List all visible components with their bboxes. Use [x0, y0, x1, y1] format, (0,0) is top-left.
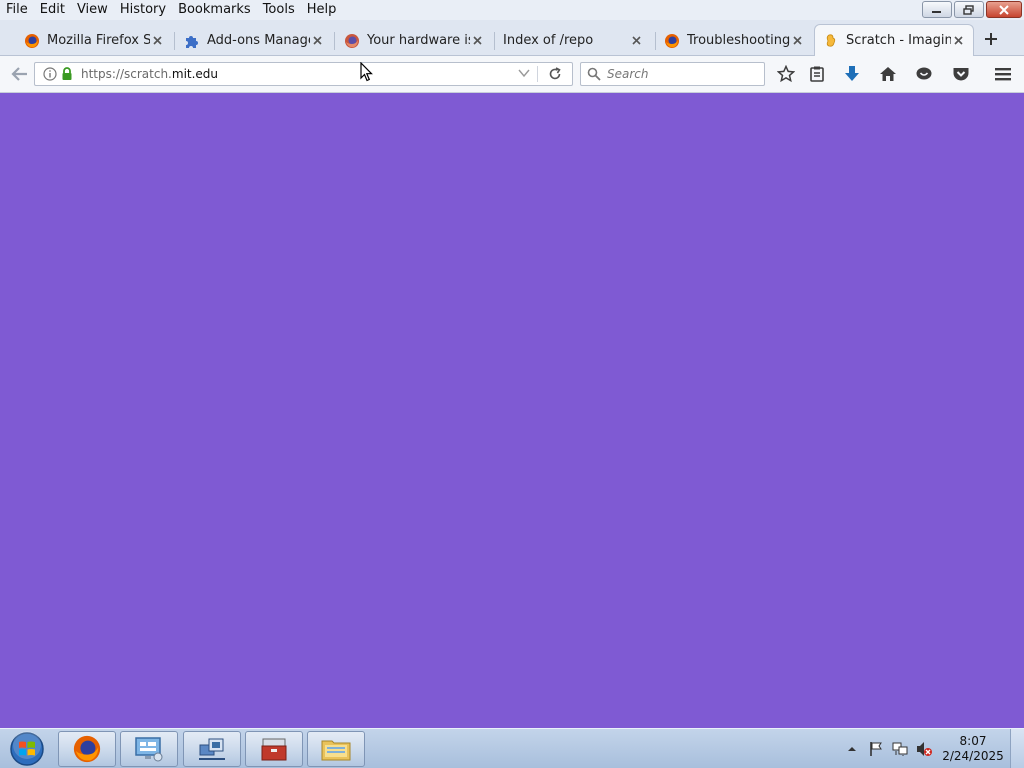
clipboard-icon [810, 66, 824, 82]
tab-close-icon[interactable] [790, 34, 804, 48]
back-button[interactable] [6, 62, 34, 86]
tab-index-of-repo[interactable]: Index of /repo [495, 26, 651, 55]
tab-your-hardware[interactable]: Your hardware is ... [336, 26, 492, 55]
show-desktop-button[interactable] [1010, 729, 1024, 768]
menu-help[interactable]: Help [301, 1, 343, 19]
tab-close-icon[interactable] [310, 34, 324, 48]
firefox-icon [25, 33, 39, 48]
firefox-icon [665, 33, 679, 48]
chat-bubble-icon [916, 67, 932, 80]
info-icon[interactable] [43, 67, 57, 81]
url-scheme: https://scratch. [81, 67, 172, 81]
tab-troubleshooting[interactable]: Troubleshooting ... [656, 26, 812, 55]
chevron-up-icon [848, 747, 856, 751]
windows-orb-icon [10, 731, 44, 766]
navigation-toolbar: https://scratch.mit.edu Search [0, 56, 1024, 93]
clock-time: 8:07 [959, 734, 987, 748]
bookmarks-menu-button[interactable] [805, 63, 829, 85]
taskbar-toolbox-button[interactable] [245, 731, 303, 767]
firefox-icon [345, 33, 359, 48]
tab-mozilla-firefox-start[interactable]: Mozilla Firefox St... [16, 26, 172, 55]
menu-history[interactable]: History [114, 1, 172, 19]
network-monitor-icon [892, 742, 908, 756]
flag-icon [870, 742, 882, 756]
tab-label: Scratch - Imagin... [846, 33, 951, 48]
remote-desktop-icon [135, 737, 163, 762]
url-text[interactable]: https://scratch.mit.edu [81, 67, 218, 81]
bookmark-star-button[interactable] [774, 63, 798, 85]
tab-close-icon[interactable] [951, 34, 965, 48]
taskbar-network-button[interactable] [183, 731, 241, 767]
menu-tools[interactable]: Tools [257, 1, 301, 19]
tab-label: Add-ons Manager [207, 33, 310, 48]
search-bar[interactable]: Search [580, 62, 765, 86]
star-icon [777, 65, 795, 83]
open-menu-button[interactable] [991, 63, 1015, 85]
chevron-down-icon[interactable] [518, 68, 530, 78]
url-host: mit.edu [171, 67, 219, 81]
folder-icon [321, 740, 351, 761]
clock[interactable]: 8:07 2/24/2025 [940, 734, 1006, 764]
pocket-button[interactable] [949, 63, 973, 85]
restore-button[interactable] [954, 1, 984, 18]
back-arrow-icon [11, 67, 27, 81]
tab-label: Your hardware is ... [367, 33, 470, 48]
search-icon [587, 67, 601, 81]
tab-strip: Mozilla Firefox St... Add-ons Manager Yo… [0, 20, 1024, 56]
clock-date: 2/24/2025 [942, 749, 1004, 763]
tab-close-icon[interactable] [150, 34, 164, 48]
tab-close-icon[interactable] [470, 34, 484, 48]
taskbar-remote-desktop-button[interactable] [120, 731, 178, 767]
volume-button[interactable] [914, 739, 934, 759]
toolbox-icon [261, 738, 287, 761]
minimize-button[interactable] [922, 1, 952, 18]
speaker-muted-icon [917, 742, 932, 756]
download-arrow-icon [845, 66, 859, 81]
taskbar-file-explorer-button[interactable] [307, 731, 365, 767]
network-computer-icon [199, 738, 225, 760]
home-button[interactable] [876, 63, 900, 85]
restore-icon [963, 4, 974, 15]
tab-close-icon[interactable] [629, 34, 643, 48]
puzzle-piece-icon [186, 35, 198, 48]
system-tray: 8:07 2/24/2025 [840, 729, 1024, 768]
tab-label: Index of /repo [503, 33, 594, 48]
search-placeholder: Search [607, 67, 649, 81]
downloads-button[interactable] [840, 63, 864, 85]
menu-bar: File Edit View History Bookmarks Tools H… [0, 0, 1024, 20]
show-hidden-icons-button[interactable] [842, 739, 862, 759]
tab-scratch[interactable]: Scratch - Imagin... [814, 24, 974, 56]
mouse-cursor-icon [360, 62, 373, 82]
reload-icon[interactable] [548, 67, 562, 81]
home-icon [880, 67, 896, 81]
tab-label: Mozilla Firefox St... [47, 33, 150, 48]
lock-icon[interactable] [61, 67, 73, 81]
minimize-icon [932, 10, 941, 13]
menu-bookmarks[interactable]: Bookmarks [172, 1, 257, 19]
menu-edit[interactable]: Edit [34, 1, 71, 19]
pocket-icon [953, 68, 969, 81]
start-button[interactable] [4, 730, 50, 768]
hello-chat-button[interactable] [912, 63, 936, 85]
window-controls [922, 1, 1022, 18]
scratch-icon [826, 33, 836, 47]
taskbar: 8:07 2/24/2025 [0, 728, 1024, 768]
close-window-button[interactable] [986, 1, 1022, 18]
plus-icon [985, 33, 997, 45]
new-tab-button[interactable] [980, 28, 1002, 50]
menu-view[interactable]: View [71, 1, 114, 19]
tab-label: Troubleshooting ... [687, 33, 790, 48]
close-icon [999, 4, 1009, 15]
url-bar[interactable]: https://scratch.mit.edu [34, 62, 573, 86]
hamburger-menu-icon [995, 68, 1011, 81]
action-center-button[interactable] [866, 739, 886, 759]
taskbar-firefox-button[interactable] [58, 731, 116, 767]
page-content[interactable] [0, 94, 1024, 728]
firefox-icon [73, 735, 101, 763]
tab-add-ons-manager[interactable]: Add-ons Manager [176, 26, 332, 55]
menu-file[interactable]: File [0, 1, 34, 19]
network-status-button[interactable] [890, 739, 910, 759]
